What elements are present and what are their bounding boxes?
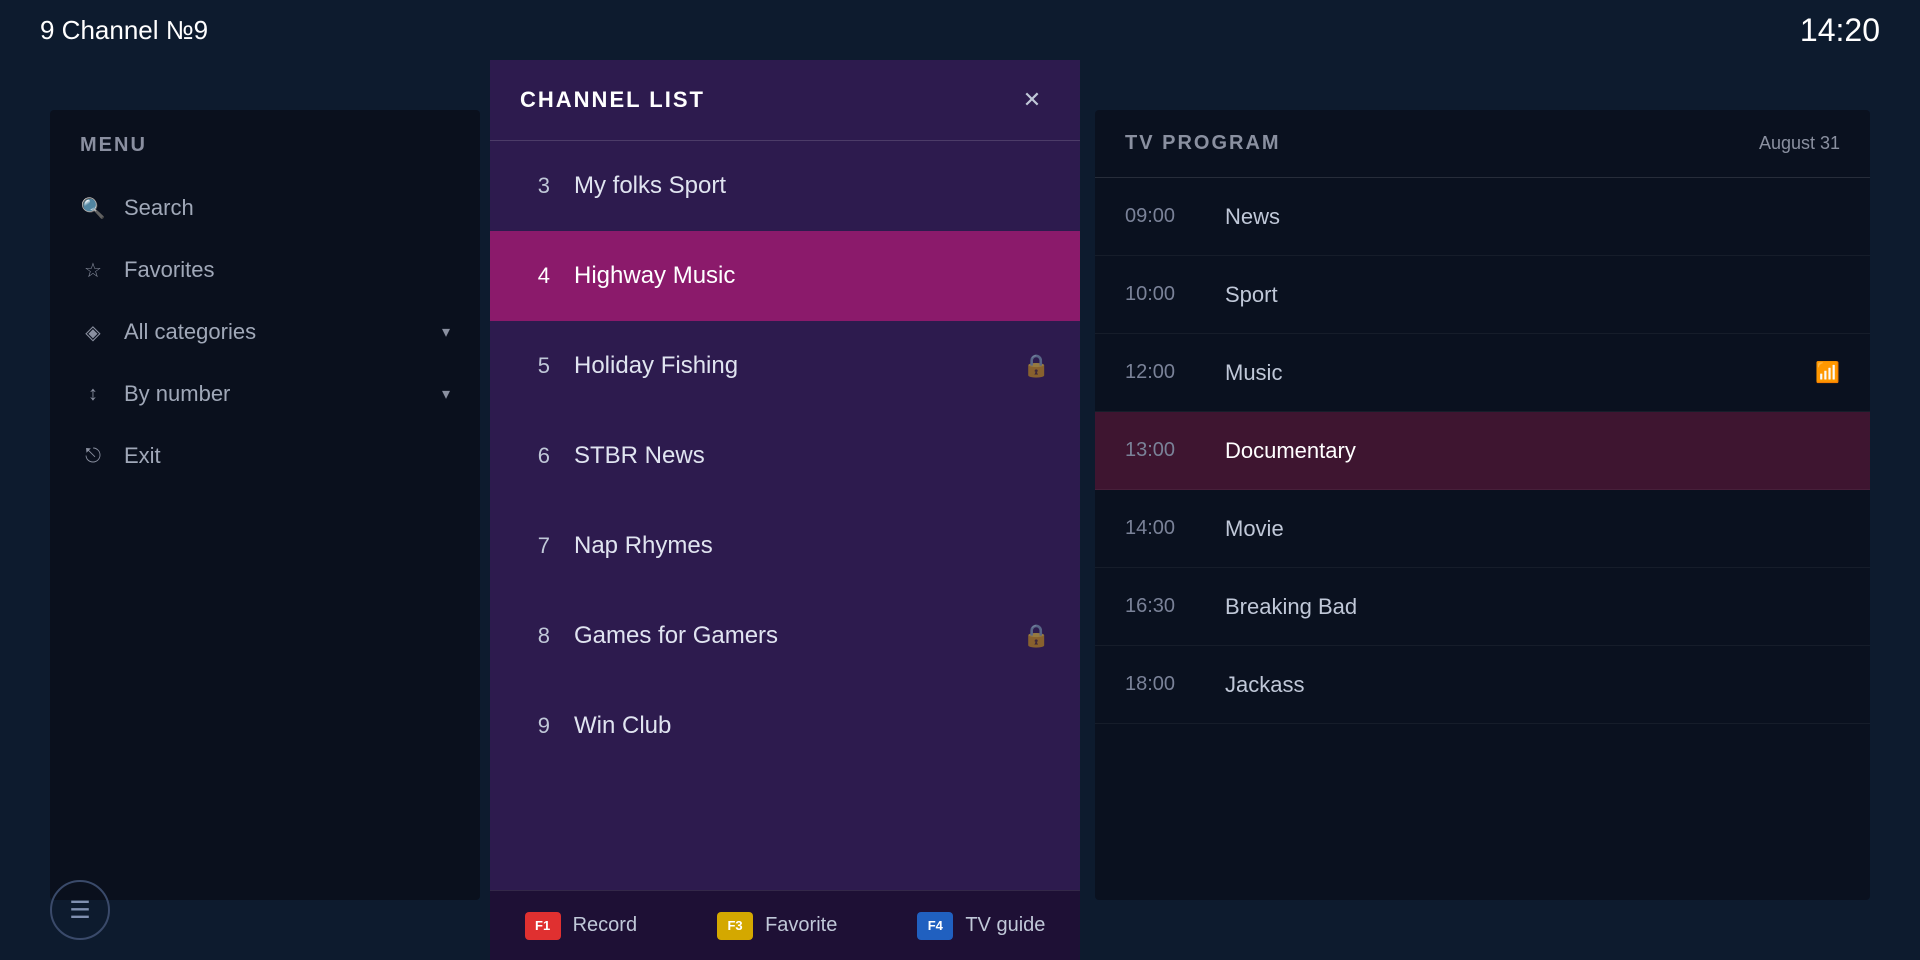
menu-icon: ☰: [69, 896, 91, 925]
channel-name: Nap Rhymes: [574, 532, 1050, 560]
list-item[interactable]: 9 Win Club: [490, 681, 1080, 771]
sidebar-item-favorites[interactable]: ☆ Favorites: [50, 239, 480, 301]
channel-name: Games for Gamers: [574, 622, 999, 650]
menu-panel: MENU 🔍 Search ☆ Favorites ◈ All categories ▾ ↕ B…: [50, 110, 480, 900]
tv-program-panel: TV PROGRAM August 31 09:00 News 10:00 Sport…: [1095, 110, 1870, 900]
footer-item-record[interactable]: F1 Record: [525, 912, 637, 940]
program-name: News: [1225, 204, 1840, 230]
table-row[interactable]: 18:00 Jackass: [1095, 646, 1870, 724]
close-button[interactable]: ✕: [1014, 82, 1050, 118]
chevron-down-icon: ▾: [442, 322, 450, 342]
program-time: 12:00: [1125, 361, 1195, 384]
program-name: Documentary: [1225, 438, 1840, 464]
channel-number: 9: [520, 713, 550, 739]
exit-icon: ⎋: [80, 445, 106, 468]
sidebar-item-search-label: Search: [124, 195, 194, 221]
footer-label-record: Record: [573, 914, 637, 937]
modal-header: CHANNEL LIST ✕: [490, 60, 1080, 141]
program-name: Music: [1225, 360, 1785, 386]
channel-label: 9 Channel №9: [40, 15, 208, 46]
search-icon: 🔍: [80, 196, 106, 221]
all-categories-icon: ◈: [80, 320, 106, 345]
program-list: 09:00 News 10:00 Sport 12:00 Music 📶 13:00 Docum…: [1095, 178, 1870, 724]
tv-program-date: August 31: [1759, 133, 1840, 154]
channel-name: Holiday Fishing: [574, 352, 999, 380]
favorites-icon: ☆: [80, 258, 106, 283]
sidebar-item-by-number[interactable]: ↕ By number ▾: [50, 363, 480, 425]
table-row[interactable]: 14:00 Movie: [1095, 490, 1870, 568]
sidebar-item-all-categories-label: All categories: [124, 319, 256, 345]
program-time: 09:00: [1125, 205, 1195, 228]
bar-chart-icon: 📶: [1815, 360, 1840, 385]
tv-program-title: TV PROGRAM: [1125, 132, 1281, 155]
channel-number: 3: [520, 173, 550, 199]
channel-name: Highway Music: [574, 262, 1050, 290]
channel-name: Win Club: [574, 712, 1050, 740]
program-time: 13:00: [1125, 439, 1195, 462]
footer-item-tv-guide[interactable]: F4 TV guide: [917, 912, 1045, 940]
table-row[interactable]: 09:00 News: [1095, 178, 1870, 256]
lock-icon: 🔒: [1023, 353, 1050, 379]
table-row[interactable]: 16:30 Breaking Bad: [1095, 568, 1870, 646]
list-item[interactable]: 7 Nap Rhymes: [490, 501, 1080, 591]
program-time: 10:00: [1125, 283, 1195, 306]
channel-list: 3 My folks Sport 4 Highway Music 5 Holiday Fi…: [490, 141, 1080, 890]
clock: 14:20: [1800, 12, 1880, 49]
program-name: Jackass: [1225, 672, 1840, 698]
channel-number: 7: [520, 533, 550, 559]
f-key-f4: F4: [917, 912, 953, 940]
list-item[interactable]: 5 Holiday Fishing 🔒: [490, 321, 1080, 411]
menu-button[interactable]: ☰: [50, 880, 110, 940]
list-item[interactable]: 6 STBR News: [490, 411, 1080, 501]
list-item[interactable]: 8 Games for Gamers 🔒: [490, 591, 1080, 681]
list-item[interactable]: 4 Highway Music: [490, 231, 1080, 321]
footer-label-favorite: Favorite: [765, 914, 837, 937]
footer-item-favorite[interactable]: F3 Favorite: [717, 912, 837, 940]
list-item[interactable]: 3 My folks Sport: [490, 141, 1080, 231]
f-key-f1: F1: [525, 912, 561, 940]
channel-number: 6: [520, 443, 550, 469]
sidebar-item-exit-label: Exit: [124, 443, 161, 469]
menu-title: MENU: [50, 110, 480, 177]
footer-bar: F1 Record F3 Favorite F4 TV guide: [490, 890, 1080, 960]
top-bar: 9 Channel №9 14:20: [0, 0, 1920, 60]
lock-icon: 🔒: [1023, 623, 1050, 649]
table-row[interactable]: 13:00 Documentary: [1095, 412, 1870, 490]
channel-number: 5: [520, 353, 550, 379]
footer-label-tv guide: TV guide: [965, 914, 1045, 937]
channel-number: 8: [520, 623, 550, 649]
program-name: Breaking Bad: [1225, 594, 1840, 620]
channel-name: My folks Sport: [574, 172, 1050, 200]
chevron-down-icon: ▾: [442, 384, 450, 404]
table-row[interactable]: 10:00 Sport: [1095, 256, 1870, 334]
channel-number: 4: [520, 263, 550, 289]
program-time: 16:30: [1125, 595, 1195, 618]
table-row[interactable]: 12:00 Music 📶: [1095, 334, 1870, 412]
f-key-f3: F3: [717, 912, 753, 940]
channel-name: STBR News: [574, 442, 1050, 470]
sidebar-item-favorites-label: Favorites: [124, 257, 214, 283]
sidebar-item-exit[interactable]: ⎋ Exit: [50, 425, 480, 487]
program-time: 14:00: [1125, 517, 1195, 540]
modal-title: CHANNEL LIST: [520, 87, 705, 113]
sidebar-item-all-categories[interactable]: ◈ All categories ▾: [50, 301, 480, 363]
channel-list-modal: CHANNEL LIST ✕ 3 My folks Sport 4 Highway M…: [490, 60, 1080, 960]
program-time: 18:00: [1125, 673, 1195, 696]
sidebar-item-search[interactable]: 🔍 Search: [50, 177, 480, 239]
program-name: Sport: [1225, 282, 1840, 308]
by-number-icon: ↕: [80, 383, 106, 406]
sidebar-item-by-number-label: By number: [124, 381, 230, 407]
program-name: Movie: [1225, 516, 1840, 542]
tv-program-header: TV PROGRAM August 31: [1095, 110, 1870, 178]
